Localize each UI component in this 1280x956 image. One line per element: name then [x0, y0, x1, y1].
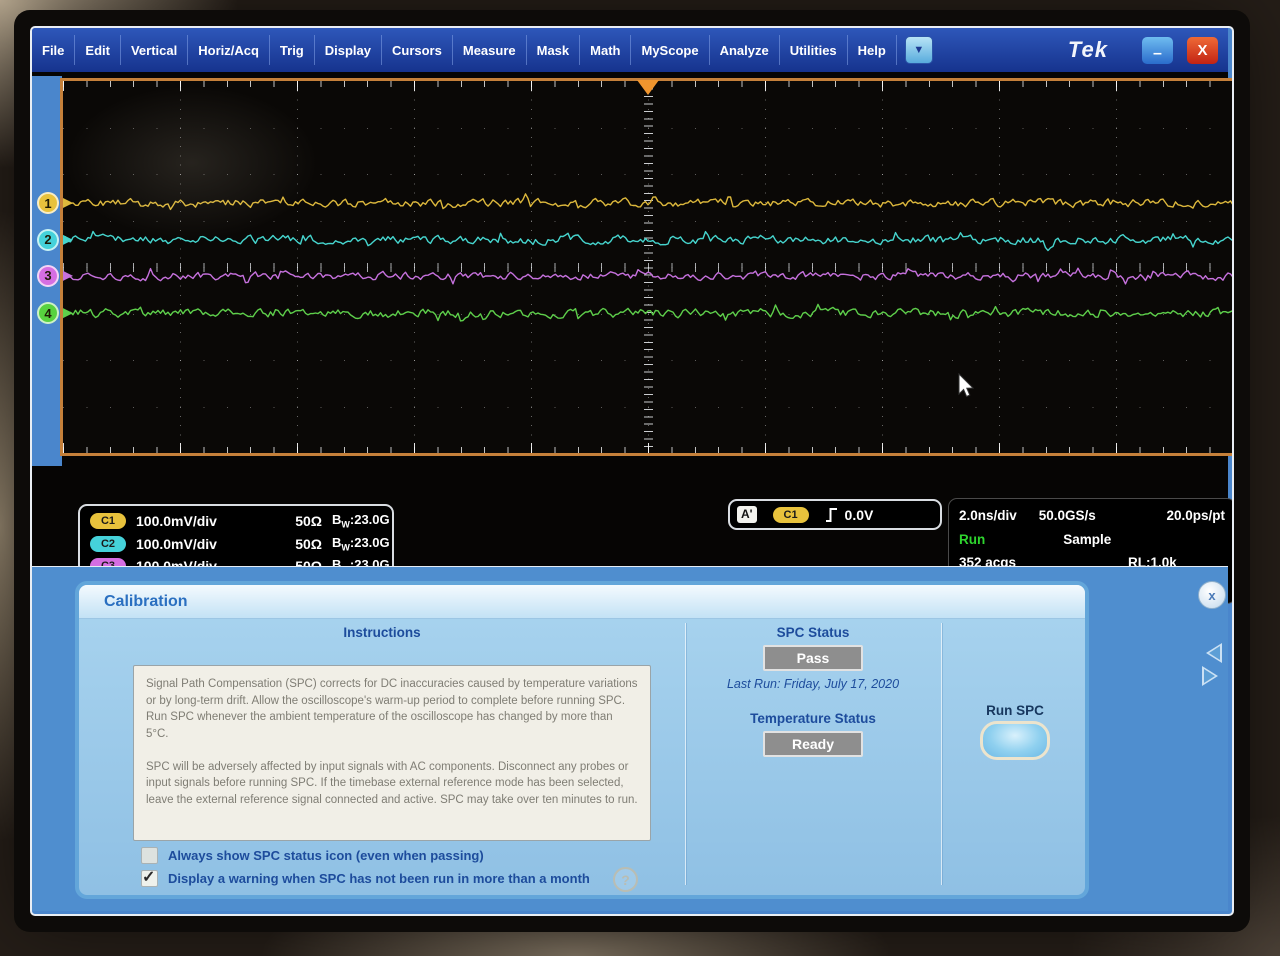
dialog-close-button[interactable]: x	[1198, 581, 1226, 609]
nav-back-arrow-icon[interactable]	[1206, 643, 1222, 663]
spc-status-label: SPC Status	[685, 625, 941, 640]
dialog-title: Calibration	[79, 593, 188, 611]
temperature-status-label: Temperature Status	[685, 711, 941, 726]
oscilloscope-screen: FileEditVerticalHoriz/AcqTrigDisplayCurs…	[30, 26, 1234, 916]
menu-item-file[interactable]: File	[32, 35, 75, 65]
menu-item-measure[interactable]: Measure	[453, 35, 527, 65]
instructions-title: Instructions	[79, 625, 685, 640]
question-mark-icon: ?	[621, 872, 630, 888]
menu-item-cursors[interactable]: Cursors	[382, 35, 453, 65]
menu-bar: FileEditVerticalHoriz/AcqTrigDisplayCurs…	[32, 28, 1228, 72]
instructions-paragraph-1: Signal Path Compensation (SPC) corrects …	[146, 676, 638, 743]
minimize-button[interactable]: –	[1142, 37, 1173, 64]
run-spc-label: Run SPC	[941, 703, 1089, 718]
menu-item-horiz-acq[interactable]: Horiz/Acq	[188, 35, 270, 65]
waveform-traces	[63, 81, 1233, 453]
menu-item-help[interactable]: Help	[848, 35, 897, 65]
close-button[interactable]: X	[1187, 37, 1218, 64]
instructions-text-box: Signal Path Compensation (SPC) corrects …	[133, 665, 651, 841]
waveform-graticule	[60, 78, 1234, 456]
dialog-body: Instructions Signal Path Compensation (S…	[79, 619, 1085, 896]
tek-logo: Tek	[1068, 37, 1142, 63]
channel-position-marker-c2[interactable]: 2	[37, 229, 59, 251]
spc-last-run: Last Run: Friday, July 17, 2020	[685, 677, 941, 691]
menu-item-display[interactable]: Display	[315, 35, 382, 65]
menu-items: FileEditVerticalHoriz/AcqTrigDisplayCurs…	[32, 28, 897, 72]
desktop-area: Calibration Instructions Signal Path Com…	[32, 566, 1228, 911]
spc-warning-checkbox[interactable]	[141, 870, 158, 887]
menu-item-trig[interactable]: Trig	[270, 35, 315, 65]
spc-icon-checkbox-label: Always show SPC status icon (even when p…	[168, 848, 484, 863]
run-spc-button[interactable]	[980, 721, 1050, 760]
checkbox-row-spc-icon[interactable]: Always show SPC status icon (even when p…	[141, 847, 484, 864]
channel-readout-row[interactable]: C1 100.0mV/div50Ω BW:23.0G	[80, 510, 392, 532]
column-divider-1	[685, 623, 686, 885]
channel-scale: 100.0mV/div	[136, 536, 276, 552]
trigger-source-badge: C1	[773, 507, 809, 523]
nav-forward-arrow-icon[interactable]	[1202, 666, 1218, 686]
column-divider-2	[941, 623, 942, 885]
minimize-icon: –	[1153, 45, 1162, 63]
sample-rate-value: 50.0GS/s	[1039, 508, 1096, 523]
trigger-readout[interactable]: A' C1 0.0V	[728, 499, 942, 530]
menu-item-edit[interactable]: Edit	[75, 35, 121, 65]
channel-scale: 100.0mV/div	[136, 513, 276, 529]
channel-readout-row[interactable]: C2 100.0mV/div50Ω BW:23.0G	[80, 533, 392, 555]
trigger-badge: A'	[737, 506, 757, 523]
menu-dropdown-button[interactable]: ▼	[905, 36, 933, 64]
channel-badge-c2[interactable]: C2	[90, 536, 126, 552]
spc-warning-checkbox-label: Display a warning when SPC has not been …	[168, 871, 590, 886]
resolution-value: 20.0ps/pt	[1166, 508, 1225, 523]
spc-icon-checkbox[interactable]	[141, 847, 158, 864]
rising-edge-icon	[825, 506, 839, 524]
chevron-down-icon: ▼	[913, 44, 924, 56]
channel-position-marker-c4[interactable]: 4	[37, 302, 59, 324]
menu-item-math[interactable]: Math	[580, 35, 631, 65]
menu-item-vertical[interactable]: Vertical	[121, 35, 188, 65]
temperature-status-value: Ready	[763, 731, 863, 757]
trigger-position-marker[interactable]	[637, 80, 659, 95]
acquisition-mode: Sample	[1063, 532, 1111, 547]
run-state: Run	[959, 532, 985, 547]
help-button[interactable]: ?	[613, 867, 638, 892]
photo-background: FileEditVerticalHoriz/AcqTrigDisplayCurs…	[0, 0, 1280, 956]
trigger-level: 0.0V	[845, 507, 874, 523]
menu-item-analyze[interactable]: Analyze	[710, 35, 780, 65]
calibration-dialog: Calibration Instructions Signal Path Com…	[75, 581, 1089, 899]
channel-position-marker-c1[interactable]: 1	[37, 192, 59, 214]
instructions-paragraph-2: SPC will be adversely affected by input …	[146, 759, 638, 809]
channel-bandwidth: BW:23.0G	[332, 512, 390, 530]
channel-impedance: 50Ω	[276, 536, 322, 552]
scope-display-area: 1 2 3 4 C1 100.0mV/div50Ω BW:23.0G C2 100.0mV/d…	[32, 72, 1228, 566]
channel-impedance: 50Ω	[276, 513, 322, 529]
channel-badge-c1[interactable]: C1	[90, 513, 126, 529]
timebase-value: 2.0ns/div	[959, 508, 1017, 523]
checkbox-row-spc-warning[interactable]: Display a warning when SPC has not been …	[141, 870, 590, 887]
close-icon: X	[1197, 42, 1207, 59]
channel-position-marker-c3[interactable]: 3	[37, 265, 59, 287]
menu-item-mask[interactable]: Mask	[527, 35, 581, 65]
channel-bandwidth: BW:23.0G	[332, 535, 390, 553]
dialog-header: Calibration	[79, 585, 1085, 619]
dialog-close-icon: x	[1208, 588, 1215, 603]
spc-status-value: Pass	[763, 645, 863, 671]
menu-item-myscope[interactable]: MyScope	[631, 35, 709, 65]
menu-item-utilities[interactable]: Utilities	[780, 35, 848, 65]
